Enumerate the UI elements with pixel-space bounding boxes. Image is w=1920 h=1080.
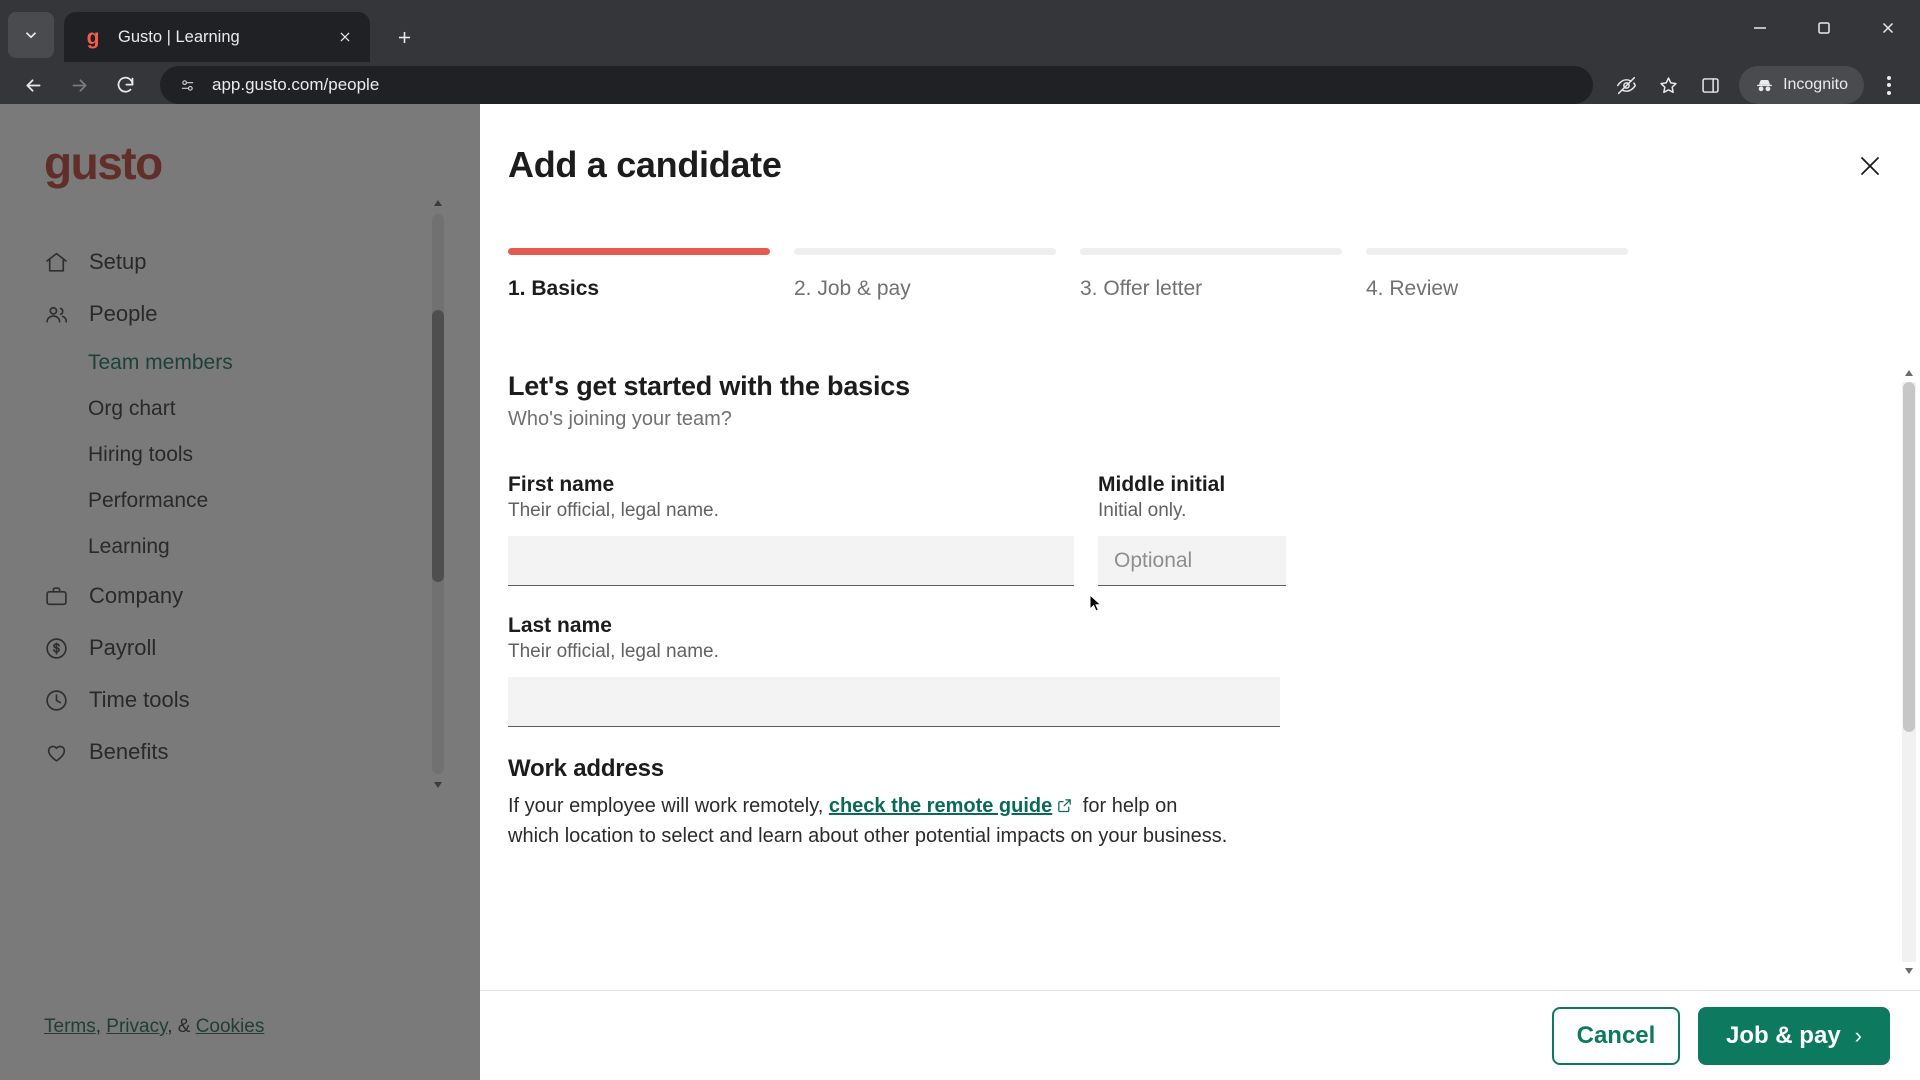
browser-window: g Gusto | Learning app.gusto.com/people …	[0, 0, 1920, 1080]
maximize-button[interactable]	[1792, 0, 1856, 56]
step-progress-bar	[1366, 248, 1628, 255]
page-viewport: gusto Setup People Team members Org char…	[0, 104, 1920, 1080]
tab-search-button[interactable]	[8, 12, 54, 58]
work-address-text-before: If your employee will work remotely,	[508, 795, 829, 817]
first-name-field: First name Their official, legal name.	[508, 473, 1074, 586]
minimize-icon	[1754, 27, 1766, 29]
site-settings-icon[interactable]	[176, 74, 198, 96]
back-arrow-icon	[26, 78, 40, 92]
minimize-button[interactable]	[1728, 0, 1792, 56]
close-icon	[340, 32, 350, 42]
last-name-hint: Their official, legal name.	[508, 641, 719, 662]
star-icon	[1659, 76, 1677, 93]
chevron-right-icon: ›	[1854, 1022, 1862, 1048]
side-panel-icon	[1701, 77, 1719, 93]
url-text: app.gusto.com/people	[212, 75, 380, 94]
middle-initial-field: Middle initial Initial only.	[1098, 473, 1286, 586]
close-icon	[1861, 157, 1879, 175]
incognito-indicator[interactable]: Incognito	[1739, 66, 1864, 104]
step-job-and-pay[interactable]: 2. Job & pay	[794, 248, 1056, 301]
modal-scrollbar[interactable]	[1902, 370, 1916, 974]
modal-header: Add a candidate	[480, 104, 1920, 186]
last-name-field: Last name Their official, legal name.	[508, 614, 1280, 727]
side-panel-button[interactable]	[1691, 66, 1729, 104]
step-label: 2. Job & pay	[794, 277, 911, 300]
incognito-hat-icon	[1757, 79, 1773, 91]
modal-title: Add a candidate	[508, 144, 782, 185]
forward-arrow-icon	[72, 78, 86, 92]
section-title: Let's get started with the basics	[508, 371, 910, 401]
browser-toolbar: app.gusto.com/people Incognito	[0, 62, 1920, 108]
forward-button[interactable]	[58, 64, 100, 106]
tab-strip: g Gusto | Learning	[0, 0, 1920, 62]
first-name-label: First name	[508, 473, 615, 496]
remote-guide-link[interactable]: check the remote guide	[829, 795, 1052, 817]
first-name-input[interactable]	[508, 536, 1074, 586]
chevron-down-icon	[25, 32, 37, 39]
maximize-icon	[1818, 22, 1830, 34]
modal-body: 1. Basics 2. Job & pay 3. Offer letter 4…	[480, 186, 1920, 990]
step-offer-letter[interactable]: 3. Offer letter	[1080, 248, 1342, 301]
work-address-description: If your employee will work remotely, che…	[508, 793, 1228, 850]
reload-icon	[117, 76, 133, 93]
modal-footer: Cancel Job & pay ›	[480, 990, 1920, 1080]
close-window-icon	[1882, 22, 1894, 34]
back-button[interactable]	[12, 64, 54, 106]
step-progress-bar	[508, 248, 770, 255]
middle-initial-input[interactable]	[1098, 536, 1286, 586]
step-label: 4. Review	[1366, 277, 1459, 300]
work-address-title: Work address	[508, 755, 664, 782]
job-and-pay-button[interactable]: Job & pay ›	[1697, 1006, 1890, 1065]
tab-title: Gusto | Learning	[118, 27, 240, 46]
close-window-button[interactable]	[1856, 0, 1920, 56]
address-bar[interactable]: app.gusto.com/people	[160, 66, 1594, 104]
scroll-up-arrow-icon[interactable]	[1905, 370, 1913, 376]
modal-close-button[interactable]	[1850, 146, 1890, 186]
step-review[interactable]: 4. Review	[1366, 248, 1628, 301]
scrollbar-thumb[interactable]	[1903, 382, 1915, 732]
middle-initial-label: Middle initial	[1098, 473, 1226, 496]
three-dot-menu-icon[interactable]	[1870, 66, 1908, 104]
bookmark-button[interactable]	[1649, 66, 1687, 104]
tab-close-button[interactable]	[332, 24, 358, 50]
window-controls	[1728, 0, 1920, 56]
step-progress-bar	[794, 248, 1056, 255]
add-candidate-modal: Add a candidate 1. Basics 2. Job & pay 3…	[480, 104, 1920, 1080]
new-tab-button[interactable]	[384, 17, 424, 57]
last-name-input[interactable]	[508, 677, 1280, 727]
progress-stepper: 1. Basics 2. Job & pay 3. Offer letter 4…	[508, 248, 1628, 301]
first-name-hint: Their official, legal name.	[508, 500, 719, 521]
last-name-label: Last name	[508, 614, 612, 637]
step-basics[interactable]: 1. Basics	[508, 248, 770, 301]
tracking-protection-button[interactable]	[1607, 66, 1645, 104]
external-link-icon	[1056, 795, 1073, 823]
reload-button[interactable]	[104, 64, 146, 106]
gusto-favicon-icon: g	[86, 25, 100, 49]
scroll-down-arrow-icon[interactable]	[1905, 968, 1913, 974]
browser-tab[interactable]: g Gusto | Learning	[64, 12, 370, 62]
modal-scrim[interactable]	[0, 104, 480, 1080]
name-row: First name Their official, legal name. M…	[508, 473, 1628, 614]
section-subtitle: Who's joining your team?	[508, 408, 732, 430]
step-label: 1. Basics	[508, 277, 600, 300]
incognito-label: Incognito	[1783, 76, 1848, 93]
step-label: 3. Offer letter	[1080, 277, 1203, 300]
cancel-button[interactable]: Cancel	[1551, 1006, 1680, 1065]
plus-icon	[398, 31, 410, 43]
middle-initial-hint: Initial only.	[1098, 500, 1187, 521]
step-progress-bar	[1080, 248, 1342, 255]
eye-off-icon	[1616, 76, 1636, 94]
job-and-pay-label: Job & pay	[1725, 1021, 1841, 1049]
